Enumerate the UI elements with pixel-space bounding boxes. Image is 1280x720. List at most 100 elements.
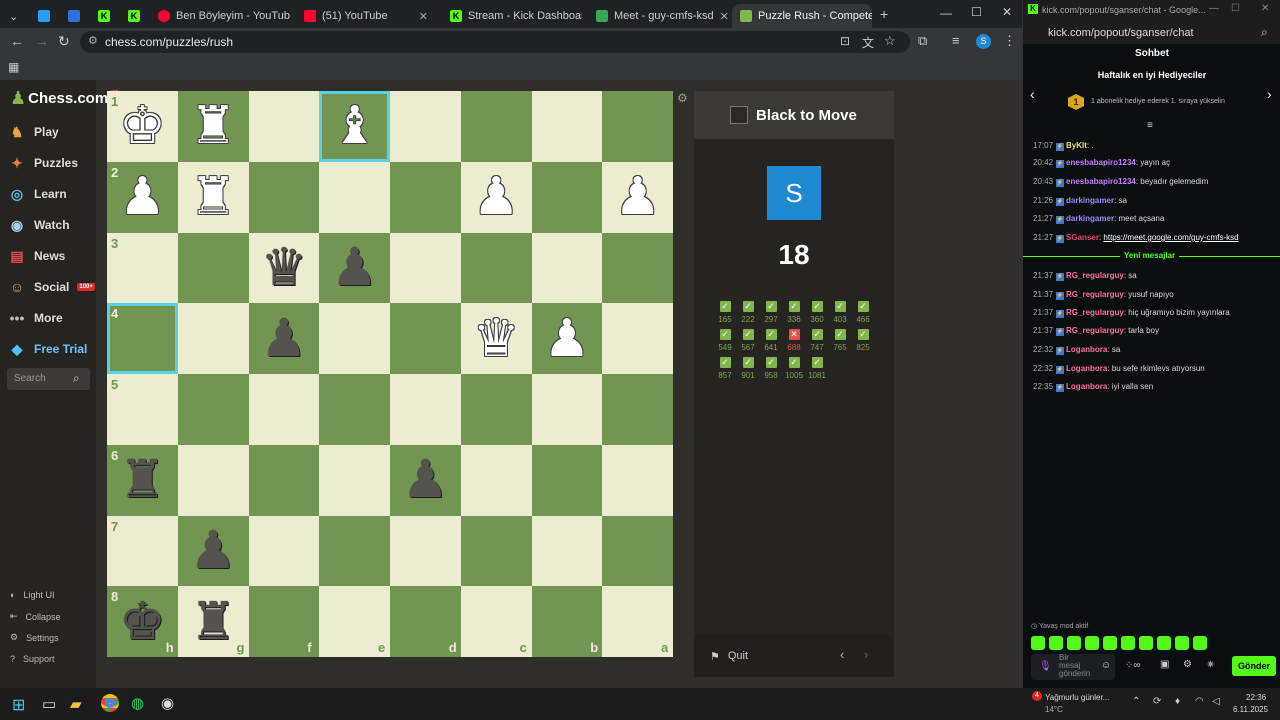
sync-icon[interactable]: ⟳ [1153, 696, 1161, 707]
square-g6[interactable] [177, 444, 249, 516]
emoji-icon[interactable]: ☺ [1101, 660, 1111, 671]
chess-piece[interactable]: ♟ [390, 445, 461, 516]
back-icon[interactable]: ← [10, 33, 24, 49]
site-info-icon[interactable]: ⚙ [88, 34, 98, 47]
mic-icon[interactable]: 🎙 [1039, 661, 1052, 672]
minimize-button[interactable]: — [940, 6, 952, 20]
message-username[interactable]: SGanser [1066, 233, 1099, 242]
settings-link[interactable]: ⚙ Settings [10, 632, 59, 643]
chess-piece[interactable]: ♟ [249, 303, 320, 374]
store-icon[interactable]: ▣ [1160, 659, 1169, 670]
chess-piece[interactable]: ♟ [178, 516, 249, 587]
file-explorer-icon[interactable]: ▰ [70, 695, 82, 713]
task-view-icon[interactable]: ▭ [42, 695, 56, 713]
chat-input[interactable]: 🎙 Bir mesaj gönderin ☺ [1031, 654, 1115, 680]
result-item[interactable]: ✓ 336 [783, 301, 805, 324]
windows-start-icon[interactable]: ⊞ [12, 695, 25, 715]
result-item[interactable]: ✓ 747 [806, 329, 828, 352]
message-username[interactable]: RG_regularguy [1066, 308, 1124, 317]
nav-learn[interactable]: ◎ Learn [8, 182, 67, 206]
square-f5[interactable] [248, 374, 320, 445]
result-item[interactable]: ✓ 360 [806, 301, 828, 324]
nav-more[interactable]: ••• More [8, 306, 63, 330]
next-arrow-icon[interactable]: › [864, 647, 868, 662]
square-a3[interactable] [602, 232, 673, 304]
forward-icon[interactable]: → [35, 33, 49, 49]
message-username[interactable]: darkingamer [1066, 196, 1114, 205]
collapse-button[interactable]: ⇤ Collapse [10, 611, 61, 622]
square-d4[interactable] [390, 303, 461, 374]
close-window-button[interactable]: ✕ [1261, 3, 1269, 14]
emote-icon[interactable] [1121, 636, 1135, 650]
volume-icon[interactable]: ◁ [1212, 696, 1220, 707]
emote-icon[interactable] [1103, 636, 1117, 650]
minimize-button[interactable]: — [1209, 3, 1219, 14]
square-a4[interactable] [602, 303, 673, 374]
result-item[interactable]: ✓ 765 [829, 329, 851, 352]
square-g3[interactable] [177, 232, 249, 304]
light-ui-toggle[interactable]: ◐ Light UI [10, 590, 54, 600]
mic-tray-icon[interactable]: ♦ [1175, 696, 1180, 707]
result-item[interactable]: ✓ 641 [760, 329, 782, 352]
result-item[interactable]: ✓ 958 [760, 357, 782, 380]
square-d3[interactable] [390, 232, 461, 304]
close-tab-icon[interactable]: ✕ [720, 10, 728, 23]
message-text[interactable]: https://meet.google.com/guy-cmfs-ksd [1103, 233, 1238, 242]
chess-piece[interactable]: ♟ [107, 162, 178, 233]
square-a5[interactable] [602, 374, 673, 445]
square-c1[interactable] [460, 91, 532, 162]
new-tab-button[interactable]: + [880, 6, 888, 22]
chat-settings-icon[interactable]: ⚙ [1183, 659, 1192, 670]
wifi-icon[interactable]: ◠ [1195, 696, 1204, 707]
prev-arrow-icon[interactable]: ‹ [840, 647, 844, 662]
square-a6[interactable] [602, 444, 673, 516]
chevron-left-icon[interactable]: ‹ [1030, 86, 1035, 102]
square-b2[interactable] [531, 161, 603, 233]
message-username[interactable]: enesbabapiro1234 [1066, 177, 1136, 186]
tab-meet[interactable]: Meet - guy-cmfs-ksd ✕ [588, 4, 728, 28]
square-d1[interactable] [390, 91, 461, 162]
extensions-icon[interactable]: ⧉ [918, 33, 927, 49]
chess-piece[interactable]: ♚ [107, 91, 178, 162]
menu-icon[interactable]: ⋮ [1003, 33, 1016, 49]
clock-date[interactable]: 6.11.2025 [1233, 705, 1268, 714]
tab-youtube[interactable]: (51) YouTube ✕ [296, 4, 436, 28]
install-icon[interactable]: ⊡ [840, 34, 850, 48]
result-item[interactable]: ✕ 688 [783, 329, 805, 352]
message-username[interactable]: Loganbora [1066, 364, 1107, 373]
square-e6[interactable] [319, 444, 390, 516]
media-control-icon[interactable]: ≡ [952, 33, 960, 48]
chess-board[interactable]: 1 2 3 4 5 6 7 8 h g f e d c b a ♚ ♜ ♝ ♟ ♜ ♟ ♟ ♛ ♟ ♟ ♛ ♟ ♜ ♟ ♟ ♚ ♜ [107, 91, 673, 657]
message-username[interactable]: darkingamer [1066, 214, 1114, 223]
chess-piece[interactable]: ♜ [178, 162, 249, 233]
chess-piece[interactable]: ♟ [319, 233, 390, 304]
square-f1[interactable] [248, 91, 320, 162]
square-b7[interactable] [531, 515, 603, 587]
chess-piece[interactable]: ♚ [107, 586, 178, 657]
maximize-button[interactable]: ☐ [971, 5, 982, 19]
square-c6[interactable] [460, 444, 532, 516]
obs-icon[interactable]: ◉ [161, 694, 174, 712]
square-b5[interactable] [531, 374, 603, 445]
result-item[interactable]: ✓ 466 [852, 301, 874, 324]
people-icon[interactable]: ⁘∞ [1125, 660, 1141, 671]
emote-icon[interactable] [1175, 636, 1189, 650]
profile-avatar[interactable]: S [976, 34, 991, 49]
square-f7[interactable] [248, 515, 320, 587]
square-g4[interactable] [177, 303, 249, 374]
result-item[interactable]: ✓ 222 [737, 301, 759, 324]
square-d7[interactable] [390, 515, 461, 587]
square-b3[interactable] [531, 232, 603, 304]
message-username[interactable]: RG_regularguy [1066, 326, 1124, 335]
quit-button[interactable]: Quit [728, 650, 748, 662]
square-g5[interactable] [177, 374, 249, 445]
chess-piece[interactable]: ♟ [461, 162, 532, 233]
result-item[interactable]: ✓ 403 [829, 301, 851, 324]
weather-text[interactable]: Yağmurlu günler... [1045, 693, 1109, 702]
address-bar[interactable]: ⚙ chess.com/puzzles/rush ⊡ 文 ☆ [80, 31, 910, 53]
chess-piece[interactable]: ♝ [319, 91, 390, 162]
emote-icon[interactable] [1067, 636, 1081, 650]
square-c3[interactable] [460, 232, 532, 304]
chess-piece[interactable]: ♛ [249, 233, 320, 304]
square-e2[interactable] [319, 161, 390, 233]
